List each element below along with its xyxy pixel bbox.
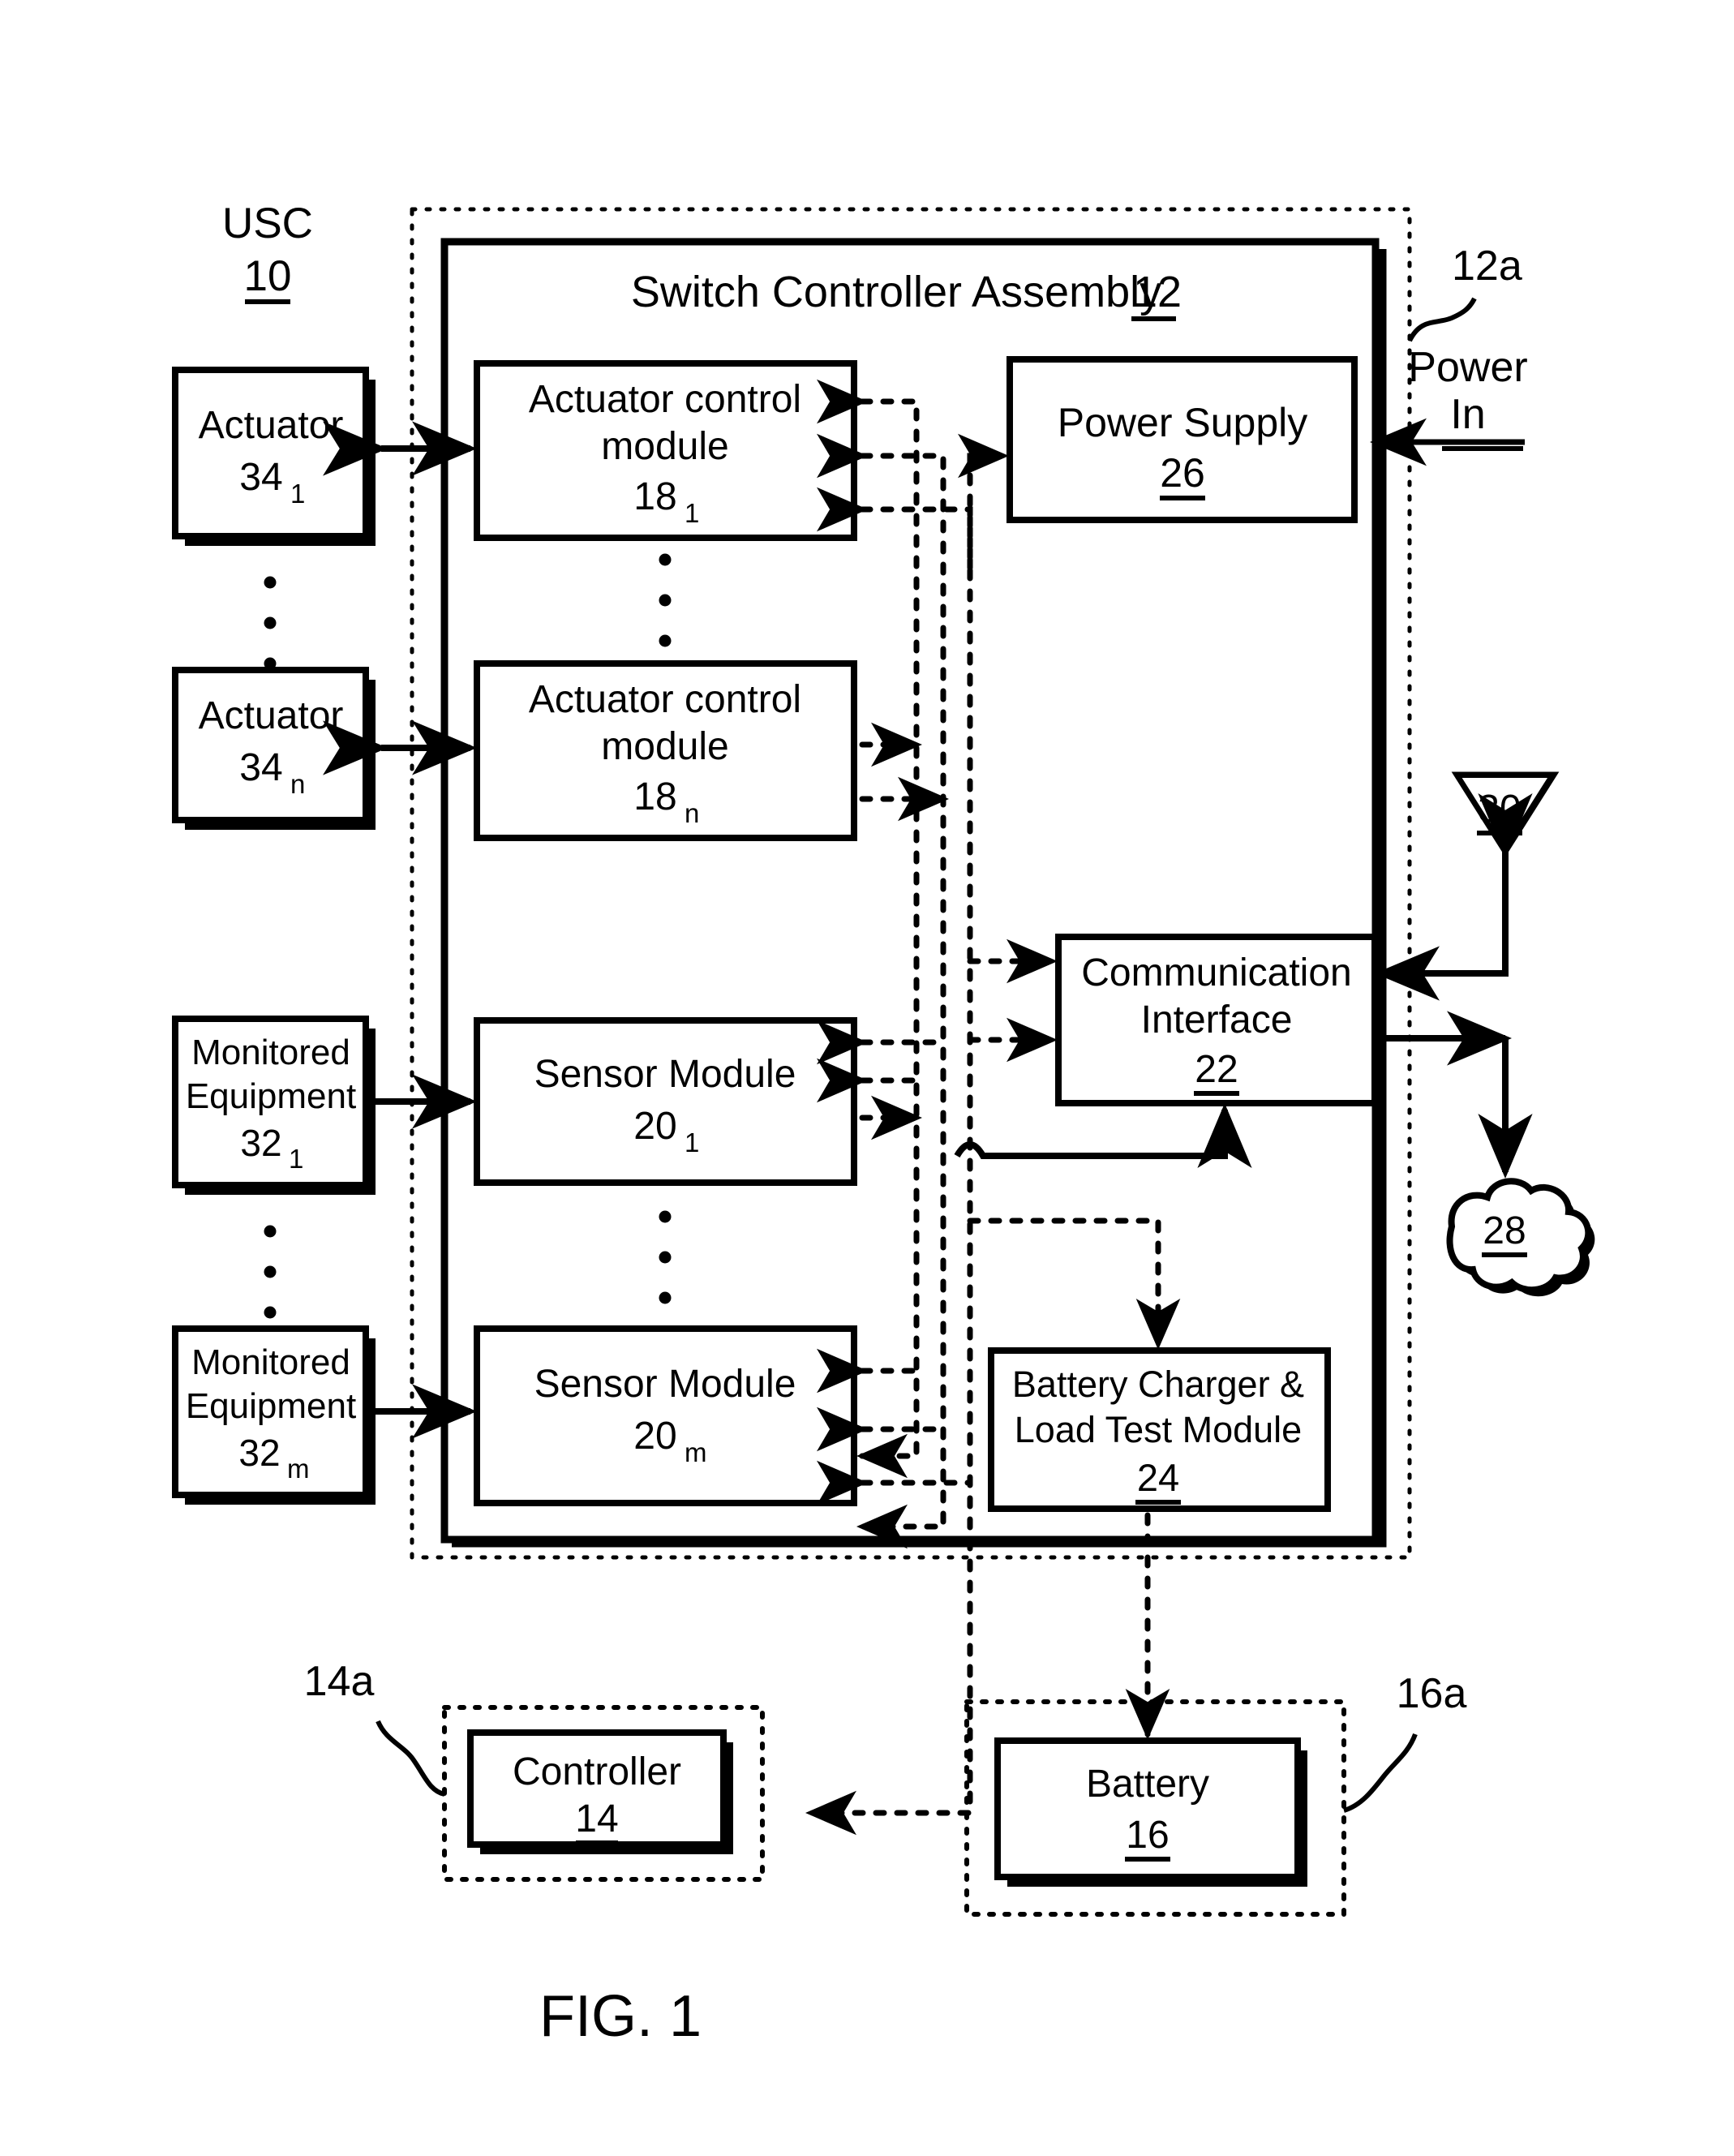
actuator-control-module-n-box: Actuator control module 18 n: [474, 660, 857, 841]
acm-1-line2: module: [601, 425, 728, 468]
sensor-m-ref: 20: [633, 1415, 676, 1458]
assembly-ref-number: 12: [1133, 268, 1182, 316]
power-in-line1: Power: [1408, 344, 1527, 391]
controller-ref: 14: [575, 1797, 618, 1840]
controller-ref-14a-callout: 14a: [304, 1658, 445, 1797]
power-in-group: Power In: [1370, 344, 1528, 466]
sensor-1-label: Sensor Module: [534, 1053, 796, 1096]
cloud-ref: 28: [1483, 1209, 1526, 1252]
actuator-n-sub: n: [290, 769, 305, 799]
power-supply-box: Power Supply 26: [1006, 356, 1358, 523]
usc-label-text: USC: [222, 200, 313, 247]
battery-charger-line2: Load Test Module: [1015, 1409, 1302, 1450]
monitored-equipment-1-line1: Monitored: [191, 1033, 350, 1072]
monitored-equipment-m-box: Monitored Equipment 32 m: [172, 1325, 376, 1505]
actuator-n-box: Actuator 34 n: [172, 667, 376, 830]
acm-n-ref: 18: [633, 775, 676, 818]
assembly-ref-12a-callout: 12a: [1407, 243, 1522, 342]
battery-label: Battery: [1086, 1763, 1209, 1806]
monitored-equipment-1-ref: 32: [240, 1122, 281, 1164]
acm-n-line1: Actuator control: [529, 678, 801, 721]
actuator-1-ref: 34: [239, 456, 282, 499]
monitored-equipment-1-box: Monitored Equipment 32 1: [172, 1016, 376, 1195]
communication-interface-box: Communication Interface 22: [1055, 934, 1378, 1106]
acm-1-line1: Actuator control: [529, 378, 801, 421]
acm-n-sub: n: [685, 798, 699, 828]
usc-system-label: USC 10: [222, 200, 313, 304]
actuator-n-ref: 34: [239, 746, 282, 789]
battery-ref: 16: [1126, 1814, 1169, 1857]
actuator-1-box: Actuator 34 1: [172, 367, 376, 546]
actuator-1-sub: 1: [290, 479, 305, 509]
monitored-equipment-m-line2: Equipment: [186, 1386, 356, 1426]
antenna-ref: 30: [1478, 788, 1521, 831]
battery-charger-ref: 24: [1137, 1456, 1179, 1499]
power-in-line2: In: [1450, 391, 1485, 438]
comm-interface-line1: Communication: [1081, 951, 1351, 994]
acm-1-sub: 1: [685, 498, 699, 528]
actuator-control-module-1-box: Actuator control module 18 1: [474, 360, 857, 541]
battery-charger-line1: Battery Charger &: [1012, 1364, 1304, 1405]
actuator-n-label: Actuator: [199, 694, 344, 737]
monitored-equipment-1-sub: 1: [289, 1144, 303, 1174]
figure-caption: FIG. 1: [539, 1984, 702, 2049]
power-supply-ref: 26: [1160, 450, 1205, 496]
network-cloud-icon: 28: [1381, 1011, 1595, 1297]
usc-ref-number: 10: [244, 252, 292, 300]
battery-box: Battery 16: [994, 1737, 1307, 1887]
ref-16a-text: 16a: [1397, 1670, 1467, 1717]
monitored-equipment-m-line1: Monitored: [191, 1342, 350, 1382]
assembly-title: Switch Controller Assembly: [631, 268, 1161, 316]
battery-ref-16a-callout: 16a: [1343, 1670, 1467, 1813]
sensor-m-sub: m: [685, 1437, 707, 1467]
ref-14a-text: 14a: [304, 1658, 375, 1705]
antenna-icon: 30: [1375, 771, 1560, 1001]
acm-n-line2: module: [601, 725, 728, 768]
actuator-ellipsis: [264, 576, 277, 670]
battery-charger-load-test-box: Battery Charger & Load Test Module 24: [988, 1347, 1331, 1512]
comm-interface-ref: 22: [1195, 1048, 1238, 1091]
actuator-1-label: Actuator: [199, 404, 344, 447]
monitored-equipment-m-ref: 32: [238, 1432, 280, 1474]
comm-interface-line2: Interface: [1141, 999, 1293, 1041]
patent-figure-canvas: USC 10 Switch Controller Assembly 12 12a…: [0, 0, 1734, 2156]
ref-12a-text: 12a: [1452, 243, 1522, 290]
figure-caption-text: FIG. 1: [539, 1984, 702, 2049]
sensor-module-1-box: Sensor Module 20 1: [474, 1017, 857, 1186]
monitored-equipment-ellipsis: [264, 1225, 277, 1319]
acm-1-ref: 18: [633, 475, 676, 518]
sensor-1-ref: 20: [633, 1105, 676, 1148]
sensor-1-sub: 1: [685, 1127, 699, 1157]
sensor-m-label: Sensor Module: [534, 1363, 796, 1406]
assembly-title-group: Switch Controller Assembly 12: [631, 268, 1182, 321]
power-supply-label: Power Supply: [1058, 400, 1308, 445]
controller-box: Controller 14: [467, 1729, 733, 1854]
monitored-equipment-1-line2: Equipment: [186, 1076, 356, 1116]
controller-label: Controller: [513, 1750, 681, 1793]
monitored-equipment-m-sub: m: [287, 1454, 310, 1484]
sensor-module-m-box: Sensor Module 20 m: [474, 1325, 857, 1506]
